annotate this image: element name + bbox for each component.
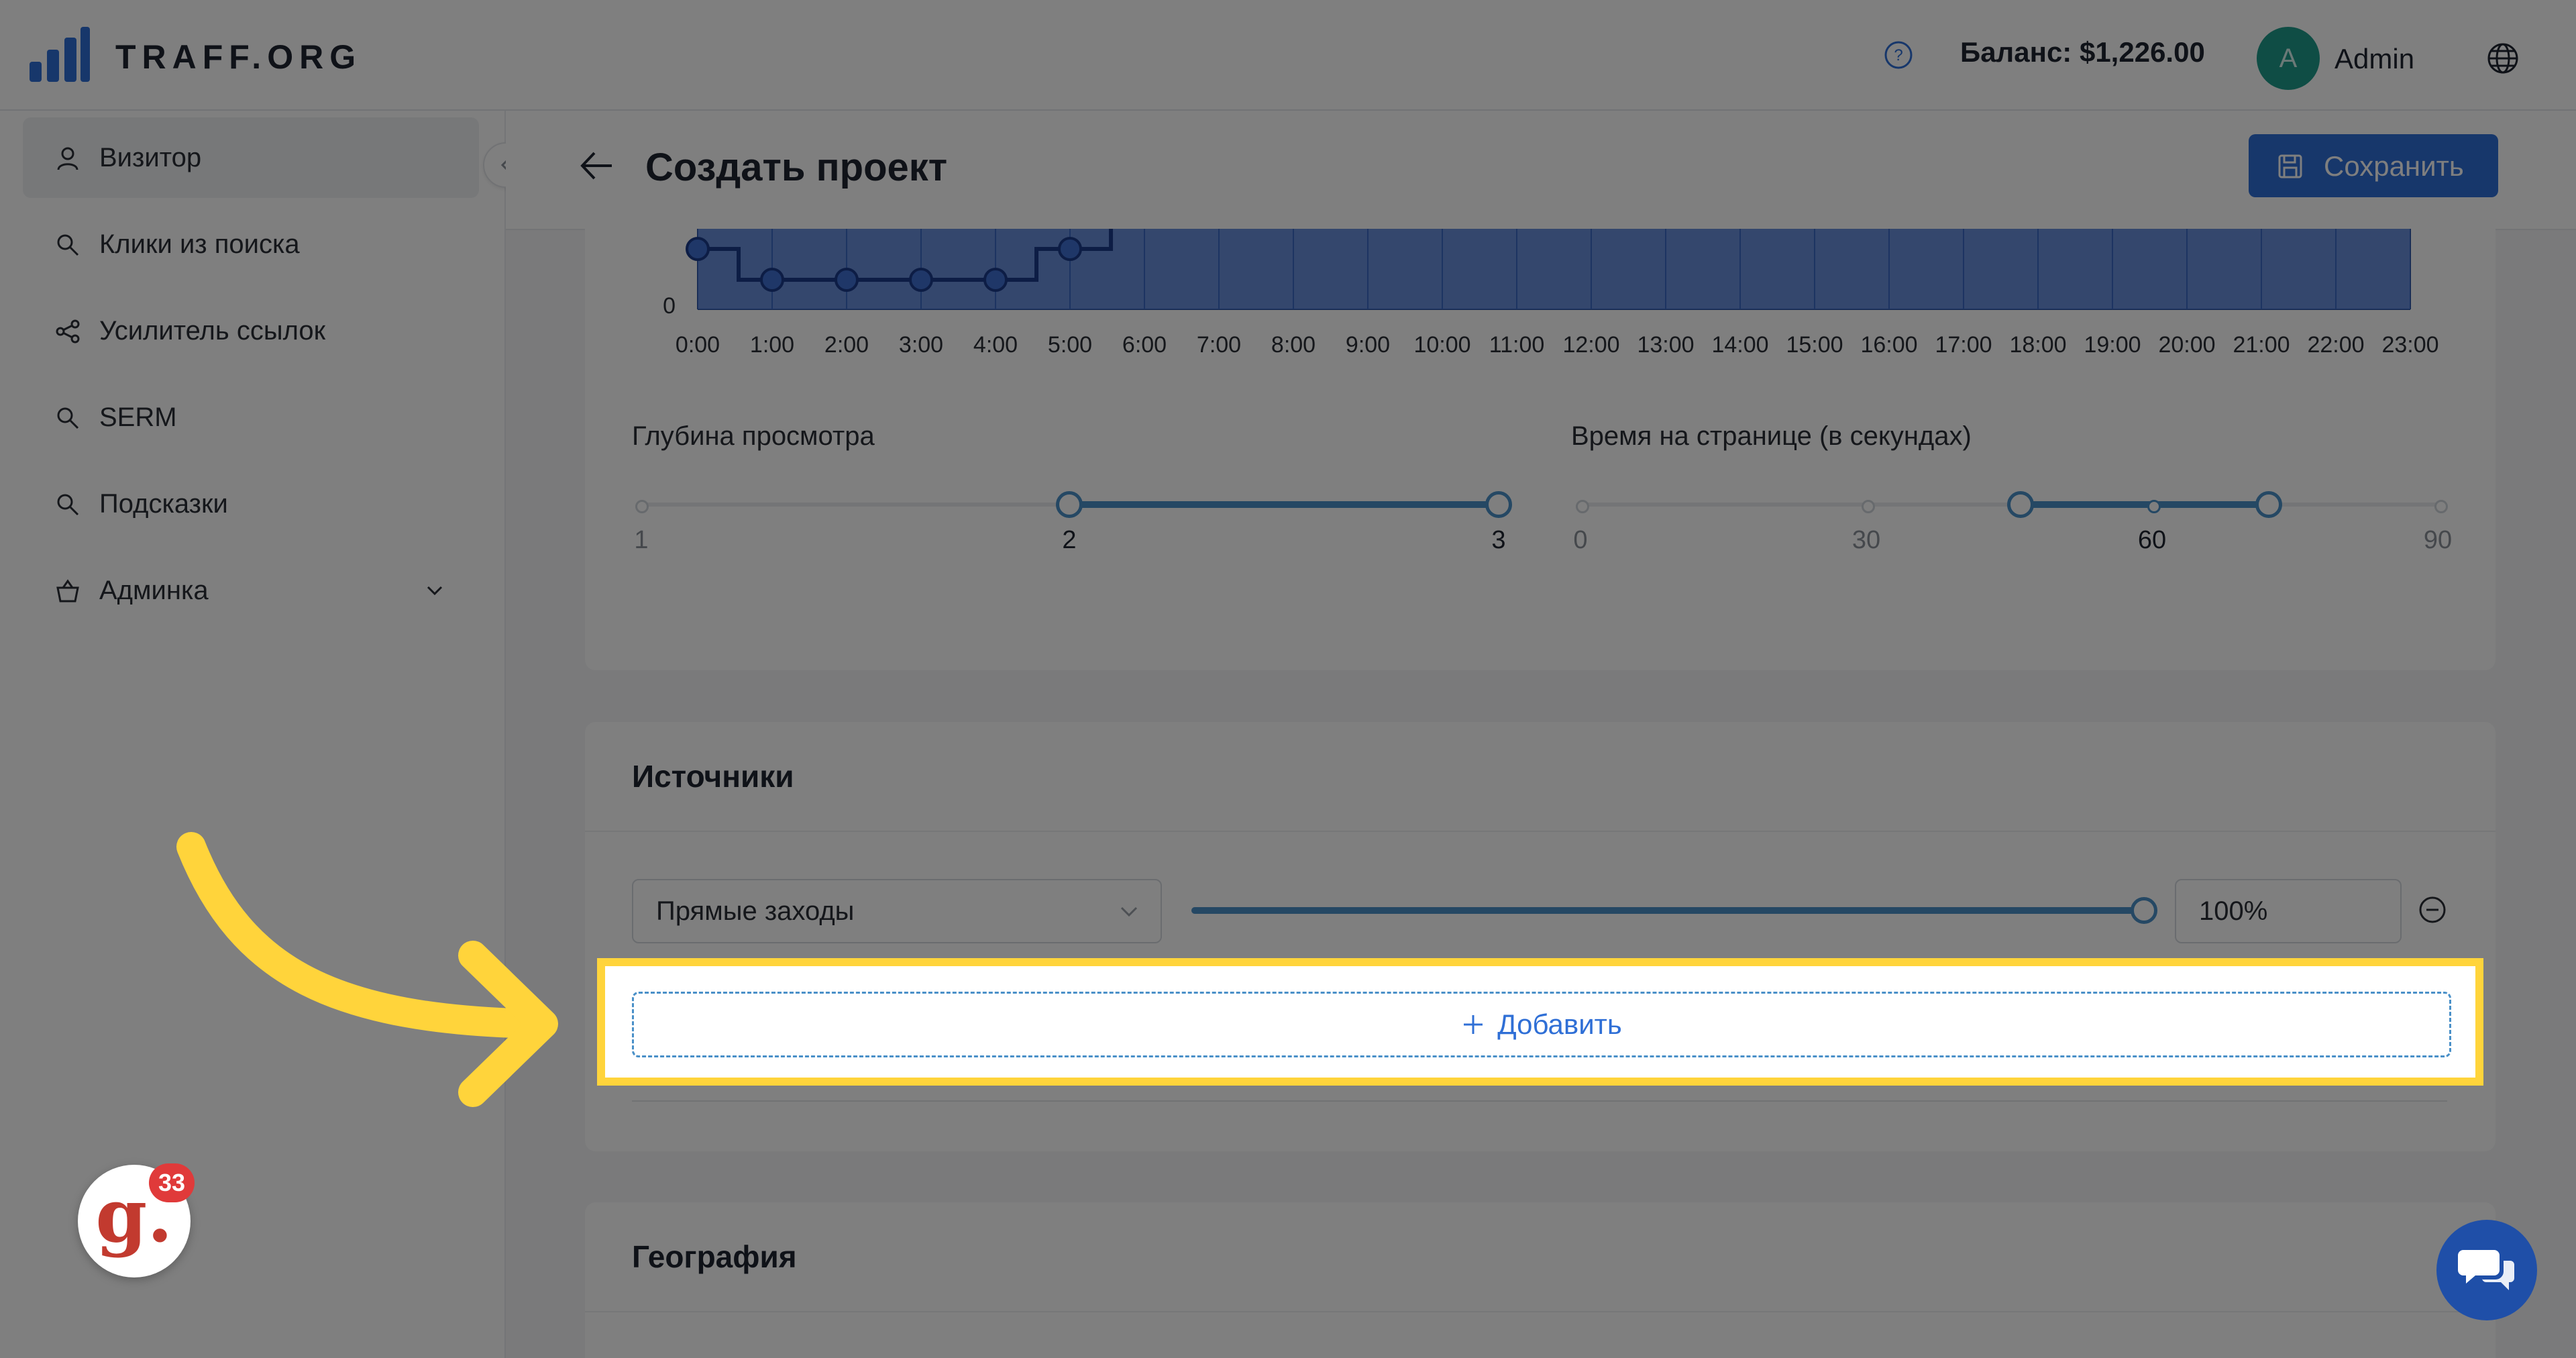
tutorial-dim-overlay xyxy=(0,0,2576,1358)
add-source-label: Добавить xyxy=(1497,1008,1622,1040)
tutorial-arrow-icon xyxy=(176,832,558,1107)
plus-icon xyxy=(1464,1015,1483,1034)
chat-bubbles-icon xyxy=(2458,1250,2514,1290)
notification-badge: 33 xyxy=(149,1163,195,1202)
chat-button[interactable] xyxy=(2436,1220,2537,1320)
add-source-button[interactable]: Добавить xyxy=(632,992,2451,1057)
